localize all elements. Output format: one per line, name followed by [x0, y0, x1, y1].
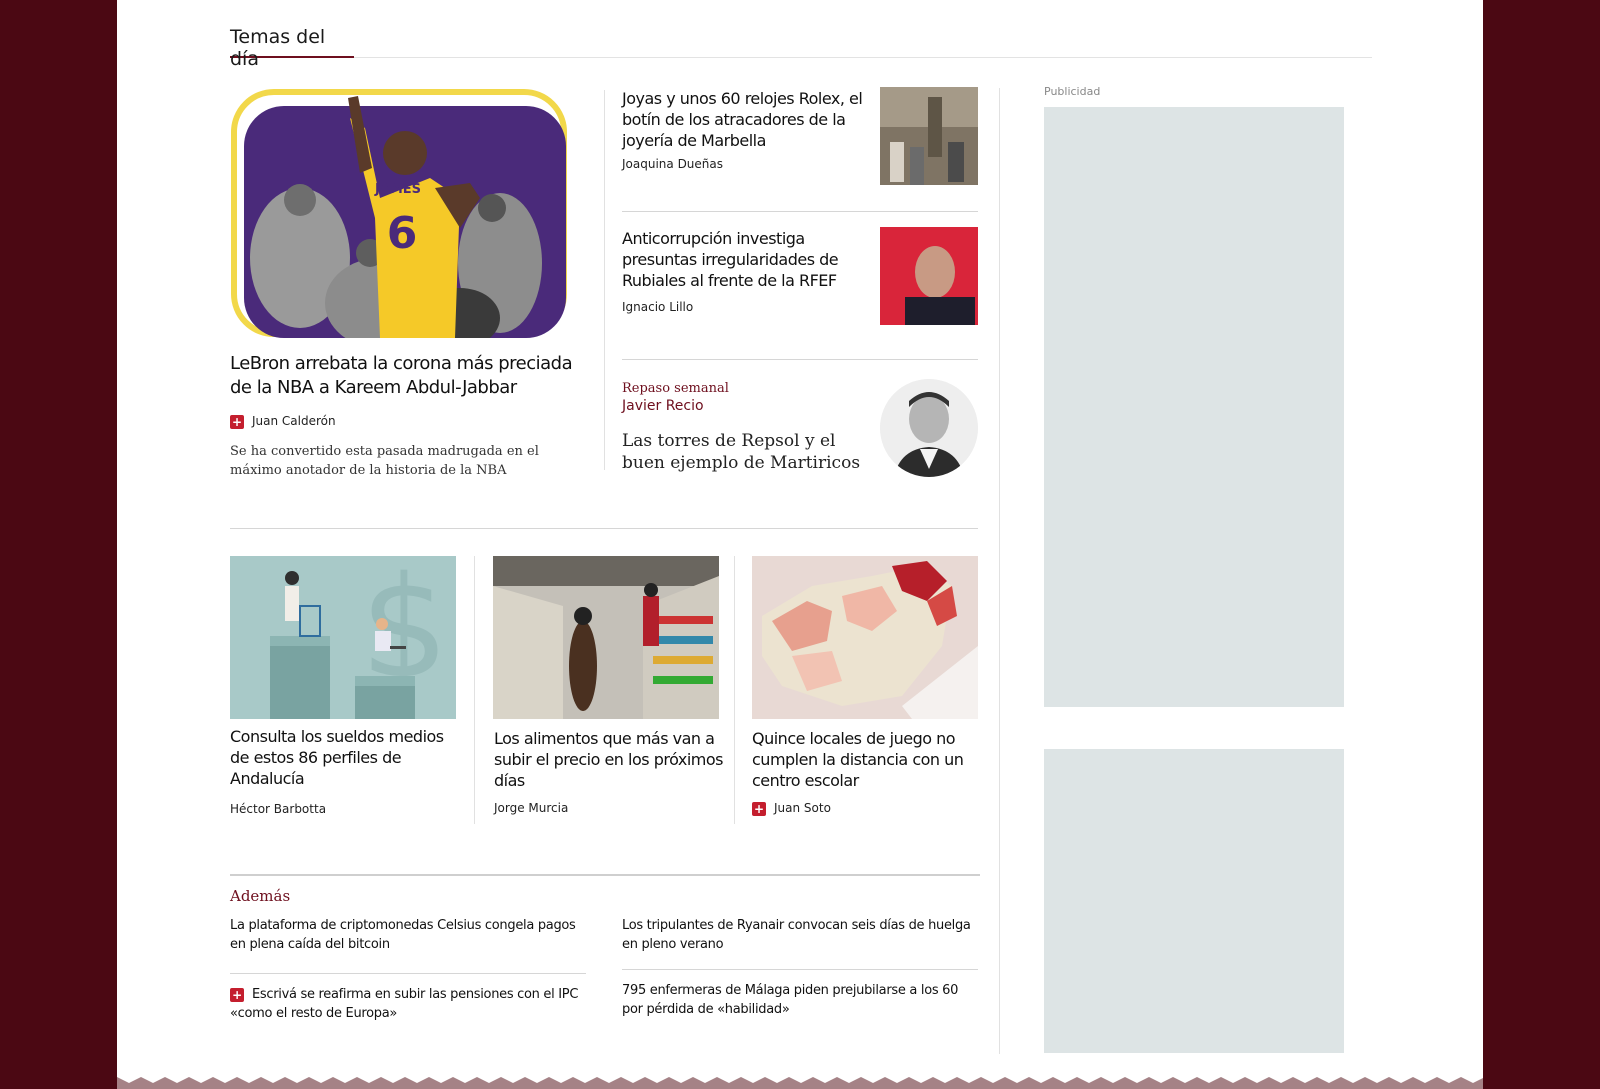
side-story-image[interactable]: [880, 87, 978, 185]
grid-story-image[interactable]: [493, 556, 719, 719]
main-page: Temas del día JAMES 6 LeBron arrebata la…: [117, 0, 1483, 1089]
grid-story-image[interactable]: [752, 556, 978, 719]
grid-story-byline: + Juan Soto: [752, 801, 831, 816]
side-story-headline[interactable]: Anticorrupción investiga presuntas irreg…: [622, 228, 872, 291]
ademas-item[interactable]: 795 enfermeras de Málaga piden prejubila…: [622, 981, 976, 1019]
ademas-item[interactable]: La plataforma de criptomonedas Celsius c…: [230, 916, 584, 954]
column-divider: [999, 88, 1000, 1054]
grid-story-image[interactable]: $: [230, 556, 456, 719]
side-story-headline[interactable]: Joyas y unos 60 relojes Rolex, el botín …: [622, 88, 872, 151]
ad-slot[interactable]: [1044, 749, 1344, 1053]
ademas-item[interactable]: Los tripulantes de Ryanair convocan seis…: [622, 916, 976, 954]
jersey-name-text: JAMES: [374, 182, 421, 197]
columnist-avatar[interactable]: [880, 379, 978, 477]
side-story-author[interactable]: Ignacio Lillo: [622, 300, 693, 314]
divider: [622, 969, 978, 970]
column-divider: [734, 556, 735, 824]
column-divider: [474, 556, 475, 824]
page-bottom-edge: [117, 1071, 1483, 1089]
column-divider: [604, 90, 605, 470]
grid-story-headline[interactable]: Consulta los sueldos medios de estos 86 …: [230, 726, 460, 789]
opinion-headline[interactable]: Las torres de Repsol y el buen ejemplo d…: [622, 430, 872, 474]
ademas-item-text: Escrivá se reafirma en subir las pension…: [230, 987, 579, 1021]
lead-image[interactable]: JAMES 6: [230, 88, 570, 338]
divider: [230, 973, 586, 974]
grid-story-headline[interactable]: Quince locales de juego no cumplen la di…: [752, 728, 982, 791]
jersey-number-text: 6: [387, 208, 418, 259]
premium-plus-icon: +: [752, 801, 766, 816]
divider: [622, 359, 978, 360]
divider: [230, 528, 978, 529]
premium-plus-icon: +: [230, 414, 244, 429]
lead-summary: Se ha convertido esta pasada madrugada e…: [230, 444, 539, 478]
lead-headline[interactable]: LeBron arrebata la corona más preciada d…: [230, 352, 580, 400]
ad-slot[interactable]: [1044, 107, 1344, 707]
grid-story-headline[interactable]: Los alimentos que más van a subir el pre…: [494, 728, 724, 791]
section-title[interactable]: Temas del día: [230, 22, 354, 70]
premium-plus-icon: +: [230, 987, 244, 1002]
opinion-section[interactable]: Repaso semanal: [622, 381, 729, 396]
ademas-title: Además: [230, 887, 291, 905]
side-story-author[interactable]: Joaquina Dueñas: [622, 157, 723, 171]
section-header: Temas del día: [230, 22, 1372, 70]
divider: [230, 874, 980, 876]
grid-story-author[interactable]: Jorge Murcia: [494, 801, 568, 815]
opinion-columnist[interactable]: Javier Recio: [622, 398, 704, 414]
ademas-item[interactable]: + Escrivá se reafirma en subir las pensio…: [230, 985, 584, 1023]
grid-story-author[interactable]: Juan Soto: [774, 801, 831, 815]
lead-byline: + Juan Calderón: [230, 414, 336, 429]
divider: [622, 211, 978, 212]
side-story-image[interactable]: [880, 227, 978, 325]
grid-story-author[interactable]: Héctor Barbotta: [230, 802, 326, 816]
lead-author[interactable]: Juan Calderón: [252, 414, 336, 428]
ad-label: Publicidad: [1044, 85, 1101, 98]
